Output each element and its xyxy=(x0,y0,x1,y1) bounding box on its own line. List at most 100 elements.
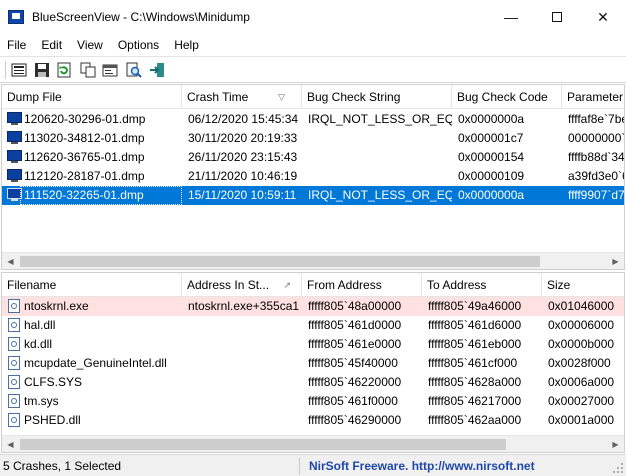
col-bug-check-string[interactable]: Bug Check String xyxy=(302,85,452,109)
col-address-in-stack[interactable]: Address In St... ↗ xyxy=(182,273,302,297)
col-crash-time[interactable]: Crash Time ▽ xyxy=(182,85,302,109)
close-button[interactable]: ✕ xyxy=(580,0,626,34)
cell-bug-check-code: 0x00000154 xyxy=(458,150,525,164)
scrollbar-thumb[interactable] xyxy=(20,256,540,267)
cell-filename: mcupdate_GenuineIntel.dll xyxy=(24,356,167,370)
scroll-right-icon[interactable]: ▶ xyxy=(607,253,624,269)
cell-address-in-stack xyxy=(184,392,302,411)
cell-filename: hal.dll xyxy=(24,318,56,332)
cell-parameter: a39fd3e0`6 xyxy=(568,169,625,183)
cell-to-address: fffff805`49a46000 xyxy=(428,299,522,313)
toolbar-separator xyxy=(5,61,6,79)
floppy-icon[interactable] xyxy=(33,61,51,79)
driver-list[interactable]: Filename Address In St... ↗ From Address… xyxy=(1,272,625,453)
sort-descending-icon: ▽ xyxy=(278,92,285,102)
cell-crash-time: 06/12/2020 15:45:34 xyxy=(188,112,299,126)
cell-from-address: fffff805`45f40000 xyxy=(308,356,398,370)
horizontal-scrollbar[interactable]: ◀ ▶ xyxy=(2,252,624,269)
cell-from-address: fffff805`46290000 xyxy=(308,413,402,427)
status-bar: 5 Crashes, 1 Selected NirSoft Freeware. … xyxy=(0,454,626,476)
col-size[interactable]: Size xyxy=(542,273,624,297)
cell-to-address: fffff805`46217000 xyxy=(428,394,522,408)
cell-address-in-stack xyxy=(184,411,302,430)
resize-grip-icon[interactable] xyxy=(613,463,624,474)
table-row[interactable]: mcupdate_GenuineIntel.dll fffff805`45f40… xyxy=(2,354,624,373)
table-row[interactable]: 112120-28187-01.dmp 21/11/2020 10:46:19 … xyxy=(2,167,624,186)
cell-bug-check-code: 0x000001c7 xyxy=(458,131,524,145)
status-divider xyxy=(299,458,300,475)
table-row[interactable]: PSHED.dll fffff805`46290000 fffff805`462… xyxy=(2,411,624,430)
maximize-button[interactable] xyxy=(534,0,580,34)
cell-to-address: fffff805`461cf000 xyxy=(428,356,518,370)
menu-bar: File Edit View Options Help xyxy=(0,34,626,56)
cell-size: 0x01046000 xyxy=(548,299,615,313)
cell-from-address: fffff805`461d0000 xyxy=(308,318,402,332)
menu-edit[interactable]: Edit xyxy=(34,34,70,56)
cell-bug-check-code: 0x0000000a xyxy=(458,188,525,202)
cell-crash-time: 15/11/2020 10:59:11 xyxy=(188,188,297,202)
cell-parameter: ffff9907`d7 xyxy=(568,188,625,202)
table-row[interactable]: hal.dll fffff805`461d0000 fffff805`461d6… xyxy=(2,316,624,335)
cell-address-in-stack xyxy=(184,335,302,354)
table-row[interactable]: 112620-36765-01.dmp 26/11/2020 23:15:43 … xyxy=(2,148,624,167)
cell-bug-check-code: 0x0000000a xyxy=(458,112,525,126)
table-row[interactable]: kd.dll fffff805`461e0000 fffff805`461eb0… xyxy=(2,335,624,354)
cell-dump-file: 120620-30296-01.dmp xyxy=(24,112,146,126)
cell-filename: CLFS.SYS xyxy=(24,375,83,389)
refresh-icon[interactable] xyxy=(55,61,73,79)
table-row-selected[interactable]: 111520-32265-01.dmp 15/11/2020 10:59:11 … xyxy=(2,186,624,205)
menu-help[interactable]: Help xyxy=(167,34,207,56)
col-parameter[interactable]: Parameter xyxy=(562,85,624,109)
scrollbar-thumb[interactable] xyxy=(20,439,506,450)
cell-bug-check-string: IRQL_NOT_LESS_OR_EQ... xyxy=(308,112,452,126)
crash-dump-list[interactable]: Dump File Crash Time ▽ Bug Check String … xyxy=(1,84,625,270)
scroll-left-icon[interactable]: ◀ xyxy=(2,253,19,269)
cell-bug-check-string xyxy=(304,167,452,186)
col-to-address[interactable]: To Address xyxy=(422,273,542,297)
cell-crash-time: 21/11/2020 10:46:19 xyxy=(188,169,298,183)
title-bar: BlueScreenView - C:\Windows\Minidump — ✕ xyxy=(0,0,626,34)
table-row[interactable]: 113020-34812-01.dmp 30/11/2020 20:19:33 … xyxy=(2,129,624,148)
cell-size: 0x0000b000 xyxy=(548,337,615,351)
find-icon[interactable] xyxy=(125,61,143,79)
table-row[interactable]: 120620-30296-01.dmp 06/12/2020 15:45:34 … xyxy=(2,110,624,129)
menu-file[interactable]: File xyxy=(0,34,34,56)
col-crash-time-label: Crash Time xyxy=(187,90,249,104)
cell-parameter: 00000000`0 xyxy=(568,131,625,145)
cell-filename: PSHED.dll xyxy=(24,413,81,427)
col-filename[interactable]: Filename xyxy=(2,273,182,297)
exit-icon[interactable] xyxy=(148,61,166,79)
cell-to-address: fffff805`462aa000 xyxy=(428,413,522,427)
table-row[interactable]: tm.sys fffff805`461f0000 fffff805`462170… xyxy=(2,392,624,411)
scroll-right-icon[interactable]: ▶ xyxy=(607,436,624,452)
save-icon[interactable] xyxy=(10,61,28,79)
menu-options[interactable]: Options xyxy=(111,34,167,56)
cell-to-address: fffff805`461d6000 xyxy=(428,318,522,332)
sort-indicator-icon: ↗ xyxy=(283,280,291,290)
menu-view[interactable]: View xyxy=(70,34,111,56)
cell-crash-time: 26/11/2020 23:15:43 xyxy=(188,150,298,164)
minimize-button[interactable]: — xyxy=(488,0,534,34)
scroll-left-icon[interactable]: ◀ xyxy=(2,436,19,452)
cell-size: 0x00006000 xyxy=(548,318,615,332)
col-bug-check-code[interactable]: Bug Check Code xyxy=(452,85,562,109)
cell-address-in-stack xyxy=(184,373,302,392)
col-dump-file[interactable]: Dump File xyxy=(2,85,182,109)
cell-bug-check-string xyxy=(304,129,452,148)
cell-size: 0x0001a000 xyxy=(548,413,615,427)
copy-icon[interactable] xyxy=(79,61,97,79)
cell-from-address: fffff805`48a00000 xyxy=(308,299,402,313)
cell-size: 0x0006a000 xyxy=(548,375,615,389)
cell-to-address: fffff805`461eb000 xyxy=(428,337,522,351)
driver-header: Filename Address In St... ↗ From Address… xyxy=(2,273,624,297)
nirsoft-link[interactable]: NirSoft Freeware. http://www.nirsoft.net xyxy=(309,459,535,473)
cell-filename: tm.sys xyxy=(24,394,59,408)
cell-dump-file: 112620-36765-01.dmp xyxy=(24,150,145,164)
table-row-highlighted[interactable]: ntoskrnl.exe ntoskrnl.exe+355ca1 fffff80… xyxy=(2,297,624,316)
col-from-address[interactable]: From Address xyxy=(302,273,422,297)
horizontal-scrollbar[interactable]: ◀ ▶ xyxy=(2,435,624,452)
cell-dump-file: 113020-34812-01.dmp xyxy=(24,131,145,145)
table-row[interactable]: CLFS.SYS fffff805`46220000 fffff805`4628… xyxy=(2,373,624,392)
properties-icon[interactable] xyxy=(101,61,119,79)
status-count: 5 Crashes, 1 Selected xyxy=(3,459,122,473)
